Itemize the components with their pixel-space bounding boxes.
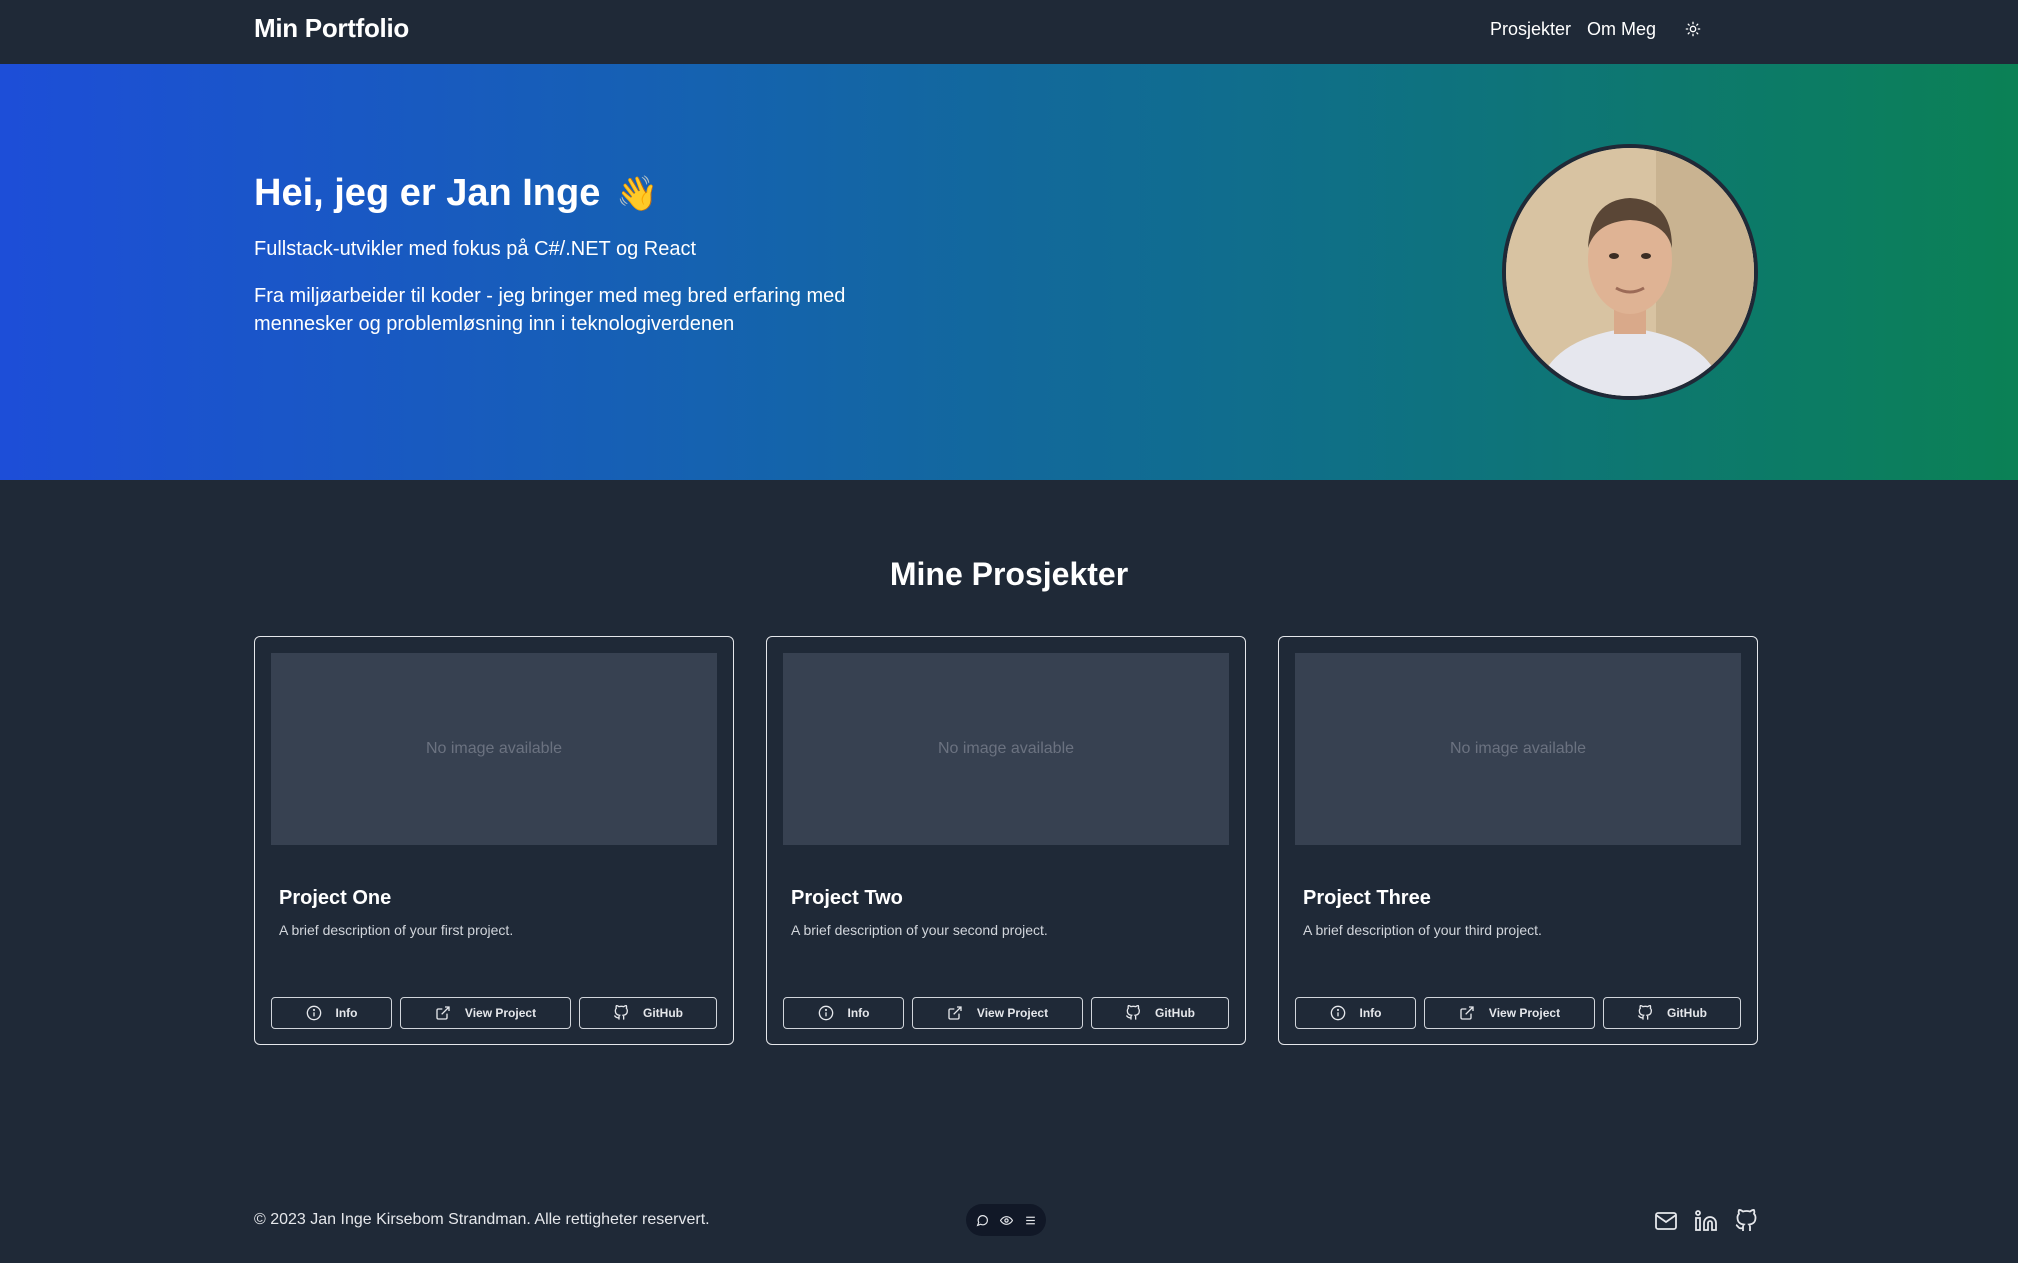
info-button[interactable]: Info <box>1295 997 1416 1029</box>
project-image-placeholder: No image available <box>783 653 1229 845</box>
hero-subtitle: Fullstack-utvikler med fokus på C#/.NET … <box>254 238 697 260</box>
project-title: Project Two <box>791 887 903 909</box>
project-card: No image available Project One A brief d… <box>254 636 734 1045</box>
linkedin-icon[interactable] <box>1694 1209 1718 1233</box>
waving-hand-icon: 👋 <box>616 174 659 213</box>
footer-social-icons <box>1638 1209 1758 1233</box>
chat-icon[interactable] <box>974 1212 990 1228</box>
github-button[interactable]: GitHub <box>1603 997 1741 1029</box>
project-title: Project Three <box>1303 887 1431 909</box>
view-project-button[interactable]: View Project <box>400 997 571 1029</box>
info-icon <box>1330 1005 1345 1021</box>
info-button-label: Info <box>335 1006 358 1020</box>
eye-icon[interactable] <box>998 1212 1014 1228</box>
github-icon <box>614 1005 628 1020</box>
nav-links: Prosjekter Om Meg <box>1490 18 1704 40</box>
info-button[interactable]: Info <box>783 997 904 1029</box>
external-link-icon <box>948 1006 962 1020</box>
project-card: No image available Project Two A brief d… <box>766 636 1246 1045</box>
github-icon[interactable] <box>1734 1209 1758 1233</box>
github-icon <box>1126 1005 1140 1020</box>
brand-logo[interactable]: Min Portfolio <box>254 13 409 44</box>
github-button[interactable]: GitHub <box>579 997 717 1029</box>
project-description: A brief description of your first projec… <box>279 922 514 938</box>
github-button-label: GitHub <box>1155 1006 1195 1020</box>
info-icon <box>306 1005 321 1021</box>
view-project-label: View Project <box>976 1006 1049 1020</box>
project-card: No image available Project Three A brief… <box>1278 636 1758 1045</box>
nav-link-om-meg[interactable]: Om Meg <box>1587 19 1656 40</box>
info-button-label: Info <box>847 1006 870 1020</box>
project-description: A brief description of your third projec… <box>1303 922 1542 938</box>
info-button[interactable]: Info <box>271 997 392 1029</box>
github-button-label: GitHub <box>1667 1006 1707 1020</box>
sun-icon[interactable] <box>1682 18 1704 40</box>
github-button[interactable]: GitHub <box>1091 997 1229 1029</box>
project-image-placeholder: No image available <box>1295 653 1741 845</box>
info-icon <box>818 1005 833 1021</box>
menu-icon[interactable] <box>1022 1212 1038 1228</box>
hero-title-text: Hei, jeg er Jan Inge <box>254 172 601 214</box>
avatar <box>1502 144 1758 400</box>
hero-section: Hei, jeg er Jan Inge 👋 Fullstack-utvikle… <box>0 64 2018 480</box>
github-icon <box>1638 1005 1652 1020</box>
hero-text: Fra miljøarbeider til koder - jeg bringe… <box>254 285 846 335</box>
mail-icon[interactable] <box>1654 1209 1678 1233</box>
navbar: Min Portfolio Prosjekter Om Meg <box>0 0 2018 64</box>
hero-title: Hei, jeg er Jan Inge 👋 <box>254 172 659 215</box>
view-project-button[interactable]: View Project <box>1424 997 1595 1029</box>
view-project-label: View Project <box>1488 1006 1561 1020</box>
view-project-button[interactable]: View Project <box>912 997 1083 1029</box>
nav-link-prosjekter[interactable]: Prosjekter <box>1490 19 1571 40</box>
project-image-placeholder: No image available <box>271 653 717 845</box>
external-link-icon <box>436 1006 450 1020</box>
projects-section-title: Mine Prosjekter <box>889 556 1129 592</box>
project-title: Project One <box>279 887 392 909</box>
footer-copyright: © 2023 Jan Inge Kirsebom Strandman. Alle… <box>254 1211 710 1228</box>
project-description: A brief description of your second proje… <box>791 922 1048 938</box>
floating-toolbar <box>966 1204 1046 1236</box>
info-button-label: Info <box>1359 1006 1382 1020</box>
external-link-icon <box>1460 1006 1474 1020</box>
view-project-label: View Project <box>464 1006 537 1020</box>
github-button-label: GitHub <box>643 1006 683 1020</box>
